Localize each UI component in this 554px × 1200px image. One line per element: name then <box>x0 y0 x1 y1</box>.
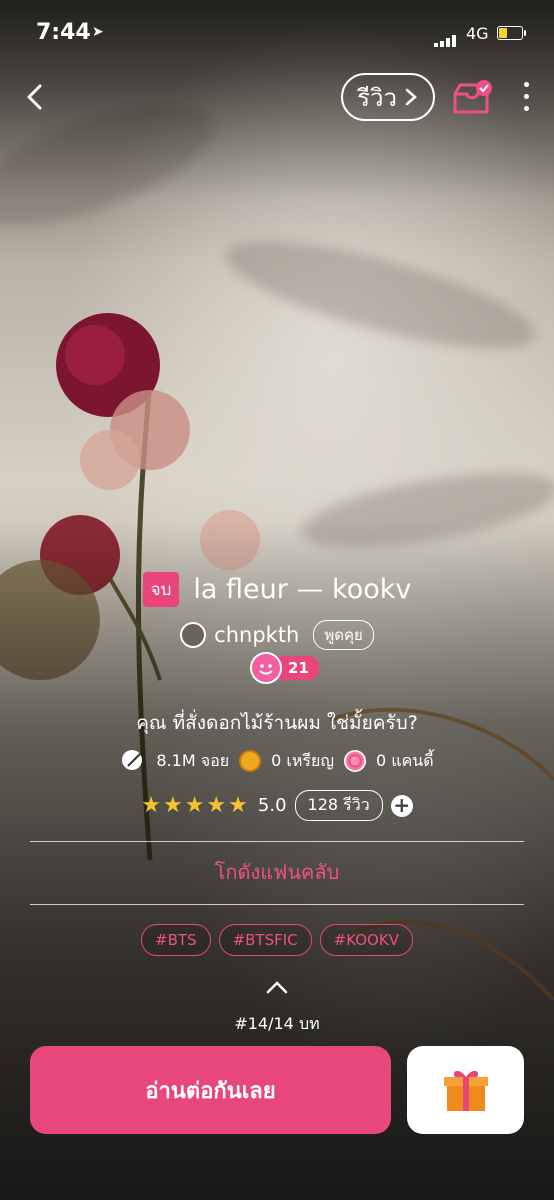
story-stats: 8.1M จอย 0 เหรียญ 0 แคนดี้ <box>0 748 554 774</box>
author-row: chnpkth พูดคุย <box>0 620 554 650</box>
tag-list: #BTS #BTSFIC #KOOKV <box>0 924 554 956</box>
quill-icon <box>122 750 143 770</box>
title-row: จบ la fleur — kookv <box>0 572 554 607</box>
library-added-icon[interactable] <box>452 80 492 116</box>
author-avatar[interactable] <box>180 622 207 648</box>
tag-bts[interactable]: #BTS <box>141 924 211 956</box>
divider <box>30 841 524 842</box>
candies-count: 0 แคนดี้ <box>375 750 434 770</box>
tag-btsfic[interactable]: #BTSFIC <box>218 924 312 956</box>
more-options-icon[interactable] <box>522 82 530 114</box>
gift-button[interactable] <box>407 1046 524 1134</box>
continue-reading-label: อ่านต่อกันเลย <box>145 1078 276 1104</box>
writer-level-badge[interactable]: 21 <box>250 652 319 684</box>
reads-count: 8.1M จอย <box>156 750 230 770</box>
chevron-right-icon <box>405 88 417 106</box>
review-count-button[interactable]: 128 รีวิว <box>294 790 383 821</box>
chat-button[interactable]: พูดคุย <box>313 620 374 650</box>
author-name[interactable]: chnpkth <box>214 623 299 647</box>
back-chevron-icon[interactable] <box>20 82 50 112</box>
gift-box-icon <box>443 1070 488 1111</box>
story-title: la fleur — kookv <box>193 574 412 605</box>
smiley-face-icon <box>250 652 282 684</box>
divider <box>30 904 524 905</box>
tag-kookv[interactable]: #KOOKV <box>319 924 413 956</box>
network-type: 4G <box>466 24 489 43</box>
add-review-icon[interactable]: + <box>390 794 413 817</box>
location-arrow-icon: ➤ <box>92 24 104 40</box>
review-button[interactable]: รีวิว <box>341 73 435 121</box>
review-button-label: รีวิว <box>357 83 397 112</box>
rating-stars-icon: ★★★★★ <box>141 793 250 818</box>
signal-icon <box>434 28 458 47</box>
lollipop-icon <box>343 750 366 772</box>
status-time: 7:44 <box>36 20 91 45</box>
status-badge: จบ <box>142 572 180 607</box>
continue-reading-button[interactable]: อ่านต่อกันเลย <box>30 1046 391 1134</box>
rating-row: ★★★★★ 5.0 128 รีวิว + <box>0 790 554 821</box>
fan-club-link[interactable]: โกดังแฟนคลับ <box>0 856 554 888</box>
coins-count: 0 เหรียญ <box>271 750 334 770</box>
coin-icon <box>239 750 262 772</box>
status-bar: 7:44 ➤ 4G <box>0 0 554 60</box>
chevron-up-icon[interactable] <box>265 978 289 996</box>
story-description: คุณ ที่สั่งดอกไม้ร้านผม ใช่มั้ยครับ? <box>136 712 418 734</box>
battery-icon <box>497 26 526 40</box>
rating-value: 5.0 <box>257 795 287 816</box>
chapter-indicator: #14/14 บท <box>234 1014 320 1033</box>
